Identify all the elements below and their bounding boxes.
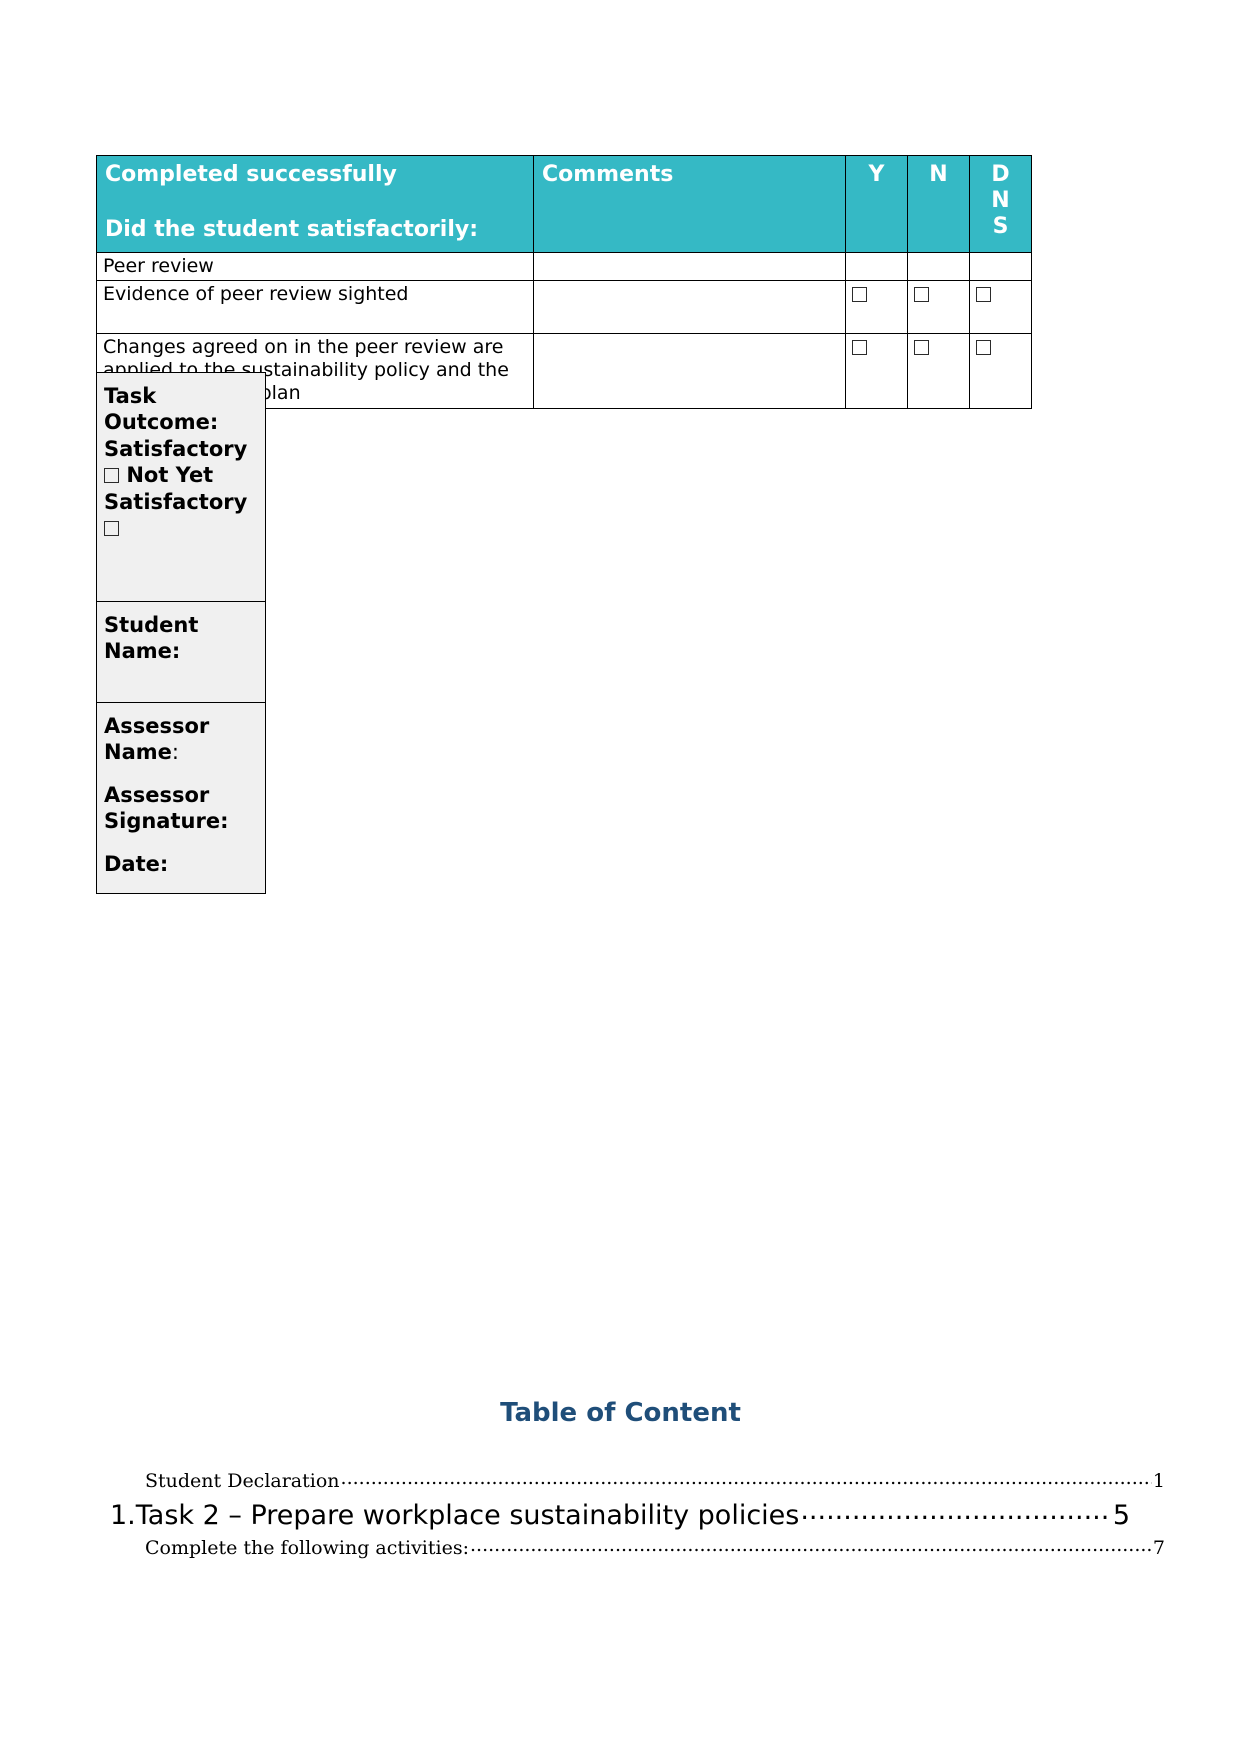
header-cell-yes: Y [845,155,908,253]
task-outcome-label: Task Outcome: [104,384,219,435]
checkbox-icon[interactable] [914,286,929,302]
table-of-content-list: Student Declaration 1 1.Task 2 – Prepare… [110,1470,1165,1567]
toc-entry-task-2[interactable]: 1.Task 2 – Prepare workplace sustainabil… [110,1500,1130,1531]
document-page: Completed successfully Did the student s… [0,0,1241,1754]
row-dns-peer-review [969,251,1032,281]
row-dns-evidence[interactable] [969,279,1032,334]
assessor-signature-label: Assessor Signature: [104,782,229,834]
task-outcome-cell: Task Outcome: Satisfactory Not Yet Satis… [96,372,266,602]
header-description-gap [105,189,525,217]
row-description-evidence: Evidence of peer review sighted [96,279,534,334]
checkbox-icon[interactable] [852,286,867,302]
table-row: Evidence of peer review sighted [96,279,1032,334]
toc-entry-page: 5 [1112,1500,1130,1531]
toc-entry-label: Complete the following activities: [145,1537,469,1559]
header-dns-s: S [992,213,1009,239]
checkbox-icon[interactable] [914,339,929,355]
header-cell-description: Completed successfully Did the student s… [96,155,534,253]
assessor-gap-1 [104,766,258,782]
assessor-gap-2 [104,835,258,851]
not-yet-satisfactory-label: Not Yet Satisfactory [104,463,248,514]
row-comments-peer-review[interactable] [533,251,846,281]
outcome-body: Task Outcome: Satisfactory Not Yet Satis… [96,372,266,894]
checkbox-icon[interactable] [976,339,991,355]
table-row: Peer review [96,251,1032,281]
assessor-details-row: Assessor Name: Assessor Signature: Date: [96,702,266,894]
header-dns-d: D [991,162,1010,187]
row-yes-evidence[interactable] [845,279,908,334]
not-yet-satisfactory-checkbox-icon[interactable] [104,521,119,537]
toc-entry-page: 1 [1152,1470,1165,1492]
task-outcome-row: Task Outcome: Satisfactory Not Yet Satis… [96,372,266,602]
toc-entry-label: 1.Task 2 – Prepare workplace sustainabil… [110,1500,800,1531]
checkbox-icon[interactable] [976,286,991,302]
checkbox-icon[interactable] [852,339,867,355]
student-name-label: Student Name: [104,613,199,664]
task-outcome-signature-table: Task Outcome: Satisfactory Not Yet Satis… [96,372,266,894]
date-label: Date: [104,851,169,876]
toc-leader-dots [800,1495,1111,1526]
table-of-content-title: Table of Content [500,1398,741,1428]
student-name-cell[interactable]: Student Name: [96,601,266,703]
row-no-changes-applied[interactable] [907,332,970,409]
assessor-details-cell[interactable]: Assessor Name: Assessor Signature: Date: [96,702,266,894]
header-dns-n: N [991,187,1010,213]
row-yes-peer-review [845,251,908,281]
toc-entry-student-declaration[interactable]: Student Declaration 1 [110,1470,1165,1492]
row-comments-changes-applied[interactable] [533,332,846,409]
row-no-evidence[interactable] [907,279,970,334]
assessor-name-label: Assessor Name [104,714,210,765]
assessor-name-line: Assessor Name: [104,713,258,766]
toc-entry-label: Student Declaration [145,1470,340,1492]
header-did-the-student: Did the student satisfactorily: [105,216,479,242]
checklist-header-row: Completed successfully Did the student s… [96,155,1032,253]
satisfactory-label: Satisfactory [104,436,248,461]
satisfactory-checkbox-icon[interactable] [104,468,119,484]
checklist-header: Completed successfully Did the student s… [96,155,1032,253]
header-cell-dns: D N S [969,155,1032,253]
student-name-row: Student Name: [96,601,266,703]
assessor-name-colon: : [171,740,179,765]
row-comments-evidence[interactable] [533,279,846,334]
assessment-checklist-table: Completed successfully Did the student s… [96,155,1032,409]
toc-entry-page: 7 [1152,1537,1165,1559]
header-completed-successfully: Completed successfully [105,162,397,187]
row-no-peer-review [907,251,970,281]
toc-leader-dots [341,1467,1152,1489]
row-dns-changes-applied[interactable] [969,332,1032,409]
toc-entry-complete-activities[interactable]: Complete the following activities: 7 [110,1537,1165,1559]
toc-leader-dots [470,1534,1152,1556]
row-yes-changes-applied[interactable] [845,332,908,409]
header-cell-comments: Comments [533,155,846,253]
header-cell-no: N [907,155,970,253]
row-description-peer-review: Peer review [96,251,534,281]
